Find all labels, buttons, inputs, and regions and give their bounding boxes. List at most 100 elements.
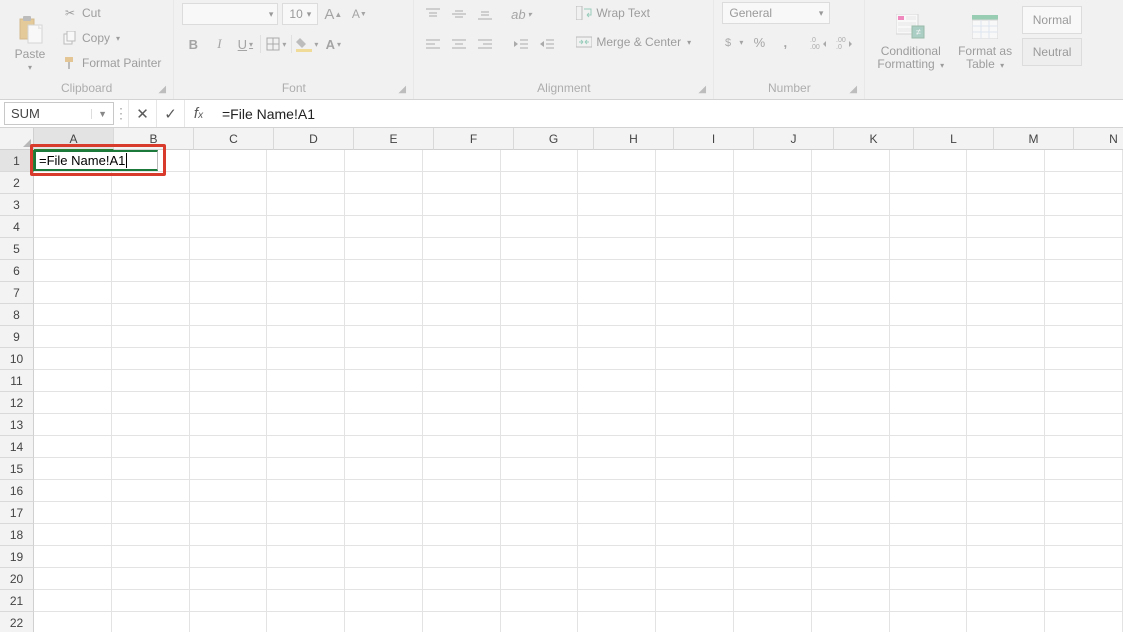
cell[interactable]: [656, 172, 734, 194]
cell[interactable]: [967, 194, 1045, 216]
row-header[interactable]: 11: [0, 370, 34, 392]
cell[interactable]: [578, 414, 656, 436]
cell[interactable]: [423, 304, 501, 326]
cell[interactable]: [345, 392, 423, 414]
chevron-down-icon[interactable]: ▼: [91, 109, 107, 119]
column-header[interactable]: M: [994, 128, 1074, 150]
cell[interactable]: [501, 304, 579, 326]
align-center-button[interactable]: [448, 33, 470, 55]
cell[interactable]: [190, 370, 268, 392]
cell[interactable]: [501, 260, 579, 282]
cell[interactable]: [112, 260, 190, 282]
cell[interactable]: [267, 612, 345, 632]
cell[interactable]: [578, 590, 656, 612]
cell[interactable]: [656, 194, 734, 216]
cell[interactable]: [267, 238, 345, 260]
cell[interactable]: [578, 216, 656, 238]
decrease-indent-button[interactable]: [510, 33, 532, 55]
cell[interactable]: [112, 282, 190, 304]
cell[interactable]: [812, 172, 890, 194]
cell[interactable]: [112, 172, 190, 194]
copy-button[interactable]: Copy ▾: [58, 27, 165, 49]
cell[interactable]: [190, 238, 268, 260]
cell[interactable]: [423, 172, 501, 194]
cell[interactable]: [34, 458, 112, 480]
row-header[interactable]: 16: [0, 480, 34, 502]
cell[interactable]: [967, 348, 1045, 370]
cell[interactable]: [501, 238, 579, 260]
cell[interactable]: [578, 150, 656, 172]
cell[interactable]: [578, 348, 656, 370]
cell[interactable]: [734, 436, 812, 458]
cell[interactable]: [190, 458, 268, 480]
column-header[interactable]: E: [354, 128, 434, 150]
cell[interactable]: [578, 546, 656, 568]
cell[interactable]: [734, 568, 812, 590]
align-right-button[interactable]: [474, 33, 496, 55]
row-header[interactable]: 4: [0, 216, 34, 238]
cell[interactable]: [1045, 304, 1123, 326]
row-header[interactable]: 1: [0, 150, 34, 172]
cell[interactable]: [423, 546, 501, 568]
cell[interactable]: [34, 502, 112, 524]
column-header[interactable]: F: [434, 128, 514, 150]
cell[interactable]: [1045, 216, 1123, 238]
cell[interactable]: [112, 238, 190, 260]
cell-editor[interactable]: =File Name!A1: [34, 150, 158, 171]
cell[interactable]: [890, 238, 968, 260]
cell[interactable]: [345, 590, 423, 612]
cell[interactable]: [190, 568, 268, 590]
cell[interactable]: [578, 326, 656, 348]
cell[interactable]: [190, 304, 268, 326]
cell[interactable]: [812, 392, 890, 414]
cell[interactable]: [578, 480, 656, 502]
cell[interactable]: [267, 304, 345, 326]
cell[interactable]: [890, 458, 968, 480]
cell[interactable]: [423, 612, 501, 632]
cell[interactable]: [267, 436, 345, 458]
dialog-launcher-icon[interactable]: ◢: [849, 84, 861, 96]
dialog-launcher-icon[interactable]: ◢: [698, 84, 710, 96]
cut-button[interactable]: ✂ Cut: [58, 2, 165, 24]
cell[interactable]: [34, 524, 112, 546]
cell[interactable]: [1045, 194, 1123, 216]
cell[interactable]: [423, 392, 501, 414]
cell[interactable]: [812, 370, 890, 392]
cell-style-neutral[interactable]: Neutral: [1022, 38, 1082, 66]
cell[interactable]: [967, 524, 1045, 546]
cell[interactable]: [190, 414, 268, 436]
cell[interactable]: [345, 282, 423, 304]
grow-font-button[interactable]: A▲: [322, 3, 344, 25]
cell[interactable]: [1045, 546, 1123, 568]
conditional-formatting-button[interactable]: ≠ ConditionalFormatting ▾: [873, 2, 948, 74]
font-size-select[interactable]: 10 ▾: [282, 3, 318, 25]
cell[interactable]: [34, 172, 112, 194]
cell[interactable]: [656, 590, 734, 612]
cell[interactable]: [34, 326, 112, 348]
cell[interactable]: [423, 216, 501, 238]
cell[interactable]: [190, 480, 268, 502]
insert-function-button[interactable]: fx: [184, 100, 212, 127]
enter-button[interactable]: ✓: [156, 100, 184, 127]
cell[interactable]: [423, 150, 501, 172]
cell[interactable]: [812, 282, 890, 304]
cell[interactable]: [967, 436, 1045, 458]
cell[interactable]: [423, 590, 501, 612]
cell[interactable]: [345, 260, 423, 282]
cell[interactable]: [578, 458, 656, 480]
cell[interactable]: [423, 282, 501, 304]
cell[interactable]: [890, 304, 968, 326]
cell[interactable]: [734, 304, 812, 326]
cell[interactable]: [34, 392, 112, 414]
cell[interactable]: [423, 348, 501, 370]
cell[interactable]: [267, 458, 345, 480]
cell[interactable]: [1045, 370, 1123, 392]
cell[interactable]: [812, 546, 890, 568]
cell[interactable]: [345, 348, 423, 370]
cell[interactable]: [34, 348, 112, 370]
column-header[interactable]: L: [914, 128, 994, 150]
align-middle-button[interactable]: [448, 3, 470, 25]
cell[interactable]: [190, 348, 268, 370]
cell[interactable]: [656, 238, 734, 260]
cell[interactable]: [656, 326, 734, 348]
